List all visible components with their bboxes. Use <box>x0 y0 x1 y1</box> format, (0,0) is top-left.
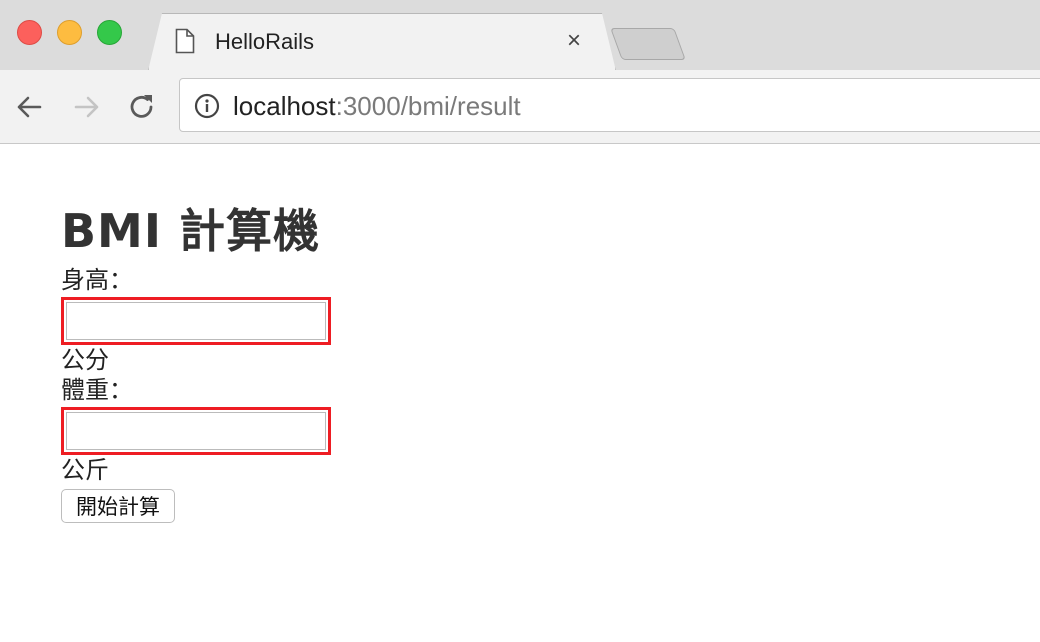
height-input[interactable] <box>66 302 326 340</box>
reload-icon[interactable] <box>127 92 157 122</box>
new-tab-button[interactable] <box>610 28 686 60</box>
info-icon[interactable] <box>194 93 220 124</box>
bmi-form: BMI 計算機 身高： 公分 體重： 公斤 開始計算 <box>61 196 331 523</box>
address-bar[interactable]: localhost:3000/bmi/result <box>179 78 1040 132</box>
url-path: :3000/bmi/result <box>335 91 521 121</box>
height-label: 身高： <box>61 267 133 294</box>
back-arrow-icon[interactable] <box>14 92 44 122</box>
calculate-button[interactable]: 開始計算 <box>61 489 175 523</box>
url-text[interactable]: localhost:3000/bmi/result <box>233 91 521 122</box>
url-host: localhost <box>233 91 336 121</box>
minimize-window-button[interactable] <box>57 20 82 45</box>
weight-input[interactable] <box>66 412 326 450</box>
tab-close-icon[interactable]: × <box>567 29 581 53</box>
weight-unit: 公斤 <box>61 457 109 484</box>
page-icon <box>175 28 195 59</box>
height-input-highlight <box>61 297 331 345</box>
tab-title: HelloRails <box>215 29 315 54</box>
maximize-window-button[interactable] <box>97 20 122 45</box>
close-window-button[interactable] <box>17 20 42 45</box>
height-unit: 公分 <box>61 347 109 374</box>
weight-label: 體重： <box>61 377 133 404</box>
browser-tab[interactable]: HelloRails × <box>165 13 605 70</box>
tab-strip: HelloRails × <box>0 0 1040 70</box>
browser-toolbar: localhost:3000/bmi/result <box>0 70 1040 144</box>
forward-arrow-icon[interactable] <box>72 92 102 122</box>
weight-input-highlight <box>61 407 331 455</box>
page-title: BMI 計算機 <box>61 204 320 258</box>
